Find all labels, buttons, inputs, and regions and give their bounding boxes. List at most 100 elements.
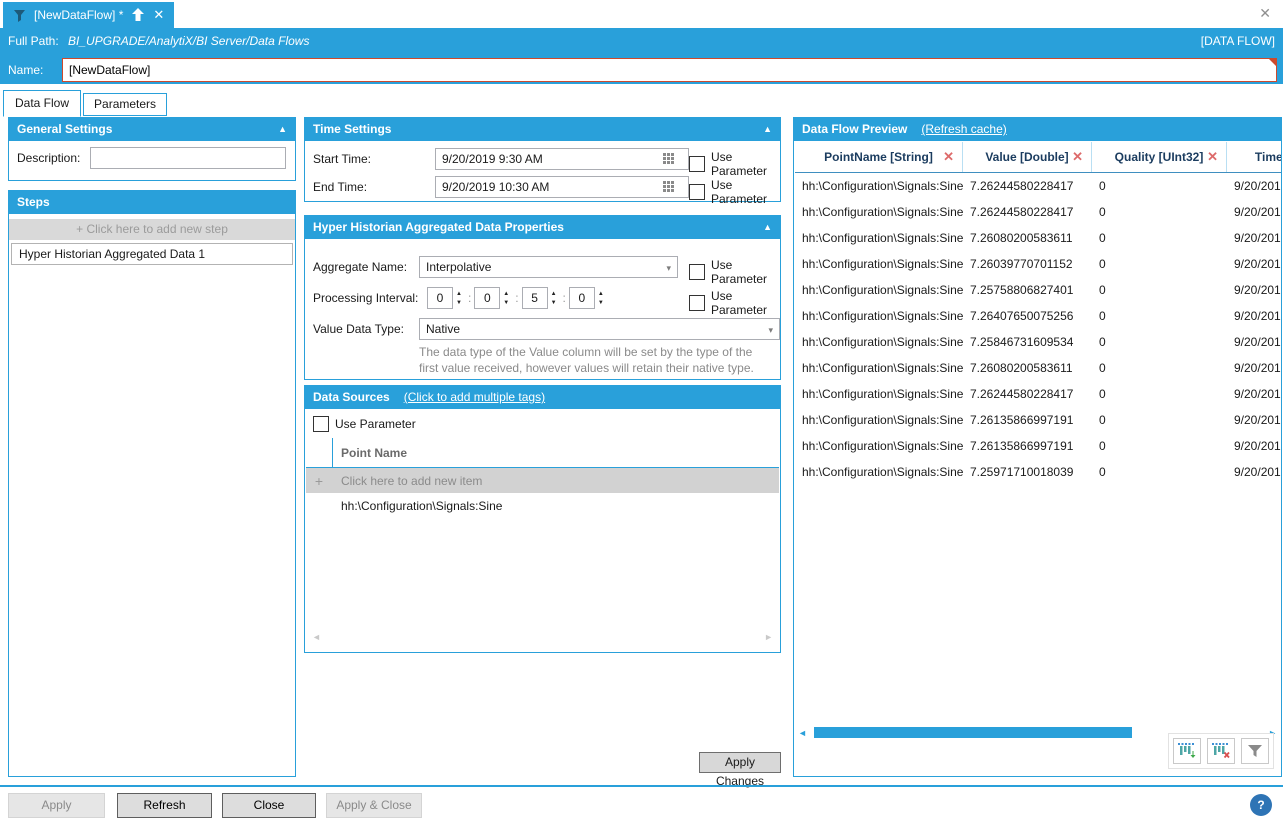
interval-stepper[interactable]: 0▲▼ [474, 287, 512, 309]
spinner-down-icon[interactable]: ▼ [551, 300, 557, 306]
table-row[interactable]: hh:\Configuration\Signals:Sine7.26135866… [795, 407, 1281, 433]
aggregate-name-dropdown[interactable]: Interpolative ▾ [419, 256, 678, 278]
table-cell: hh:\Configuration\Signals:Sine [795, 309, 963, 323]
tab-data-flow[interactable]: Data Flow [3, 90, 81, 117]
column-header[interactable]: Value [Double]✕ [963, 142, 1092, 172]
help-button[interactable]: ? [1250, 794, 1272, 816]
description-input[interactable] [90, 147, 286, 169]
checkbox[interactable] [689, 184, 705, 200]
table-cell: 0 [1092, 309, 1227, 323]
table-row[interactable]: hh:\Configuration\Signals:Sine7.25758806… [795, 277, 1281, 303]
interval-value[interactable]: 0 [427, 287, 453, 309]
spinner-up-icon[interactable]: ▲ [551, 291, 557, 297]
interval-value[interactable]: 0 [569, 287, 595, 309]
table-cell: 9/20/2019 [1227, 257, 1281, 271]
add-column-icon [1178, 743, 1196, 759]
add-multiple-tags-link[interactable]: (Click to add multiple tags) [404, 386, 545, 409]
value-data-type-label: Value Data Type: [313, 322, 404, 336]
table-row[interactable]: hh:\Configuration\Signals:Sine7.26407650… [795, 303, 1281, 329]
filter-button[interactable] [1241, 738, 1269, 764]
collapse-icon[interactable]: ▲ [278, 118, 287, 141]
scroll-right-icon[interactable]: ► [764, 632, 773, 642]
interval-use-parameter[interactable]: Use Parameter [689, 289, 780, 317]
table-row[interactable]: hh:\Configuration\Signals:Sine7.26080200… [795, 355, 1281, 381]
spinner-down-icon[interactable]: ▼ [598, 300, 604, 306]
collapse-icon[interactable]: ▲ [763, 216, 772, 239]
add-step-button[interactable]: + Click here to add new step [9, 219, 295, 240]
collapse-icon[interactable]: ▲ [763, 118, 772, 141]
title-bar: [NewDataFlow] * ✕ ✕ [0, 0, 1283, 28]
add-item-row[interactable]: + Click here to add new item [306, 468, 779, 493]
aggregate-name-label: Aggregate Name: [313, 260, 407, 274]
close-button[interactable]: Close [222, 793, 316, 818]
column-header[interactable]: Quality [UInt32]✕ [1092, 142, 1227, 172]
apply-close-button[interactable]: Apply & Close [326, 793, 422, 818]
checkbox[interactable] [689, 264, 705, 280]
table-row[interactable]: hh:\Configuration\Signals:Sine7.25846731… [795, 329, 1281, 355]
checkbox[interactable] [313, 416, 329, 432]
spinner-up-icon[interactable]: ▲ [456, 291, 462, 297]
table-row[interactable]: hh:\Configuration\Signals:Sine7.26039770… [795, 251, 1281, 277]
spinner-up-icon[interactable]: ▲ [598, 291, 604, 297]
interval-value[interactable]: 0 [474, 287, 500, 309]
table-cell: 7.25846731609534 [963, 335, 1092, 349]
document-tab[interactable]: [NewDataFlow] * ✕ [3, 2, 174, 28]
table-cell: 0 [1092, 179, 1227, 193]
stepper-arrows[interactable]: ▲▼ [500, 287, 512, 309]
refresh-button[interactable]: Refresh [117, 793, 212, 818]
preview-title: Data Flow Preview [802, 118, 907, 141]
table-cell: hh:\Configuration\Signals:Sine [795, 179, 963, 193]
spinner-down-icon[interactable]: ▼ [503, 300, 509, 306]
apply-button[interactable]: Apply [8, 793, 105, 818]
stepper-arrows[interactable]: ▲▼ [453, 287, 465, 309]
table-row[interactable]: hh:\Configuration\Signals:Sine7.26135866… [795, 433, 1281, 459]
hh-properties-panel: Hyper Historian Aggregated Data Properti… [304, 215, 781, 380]
delete-column-icon[interactable]: ✕ [1072, 149, 1083, 165]
data-source-row[interactable]: hh:\Configuration\Signals:Sine [306, 493, 779, 518]
step-item[interactable]: Hyper Historian Aggregated Data 1 [11, 243, 293, 265]
spinner-up-icon[interactable]: ▲ [503, 291, 509, 297]
checkbox[interactable] [689, 295, 705, 311]
delete-column-icon[interactable]: ✕ [943, 149, 954, 165]
window-close-icon[interactable]: ✕ [1259, 6, 1271, 20]
aggregate-use-parameter[interactable]: Use Parameter [689, 258, 780, 286]
spinner-down-icon[interactable]: ▼ [456, 300, 462, 306]
scrollbar-thumb[interactable] [814, 727, 1132, 738]
column-header[interactable]: PointName [String]✕ [795, 142, 963, 172]
add-column-button[interactable] [1173, 738, 1201, 764]
data-sources-use-parameter[interactable]: Use Parameter [313, 416, 416, 432]
header-bar: Full Path: BI_UPGRADE/AnalytiX/BI Server… [0, 28, 1283, 84]
tab-parameters[interactable]: Parameters [83, 93, 167, 116]
start-time-use-parameter[interactable]: Use Parameter [689, 150, 780, 178]
table-row[interactable]: hh:\Configuration\Signals:Sine7.25971710… [795, 459, 1281, 485]
value-data-type-dropdown[interactable]: Native ▾ [419, 318, 780, 340]
interval-stepper[interactable]: 0▲▼ [427, 287, 465, 309]
table-cell: 0 [1092, 361, 1227, 375]
delete-column-icon[interactable]: ✕ [1207, 149, 1218, 165]
stepper-arrows[interactable]: ▲▼ [595, 287, 607, 309]
remove-column-icon [1212, 743, 1230, 759]
table-row[interactable]: hh:\Configuration\Signals:Sine7.26080200… [795, 225, 1281, 251]
scroll-left-icon[interactable]: ◄ [312, 632, 321, 642]
name-input[interactable]: [NewDataFlow] [62, 58, 1277, 82]
scroll-left-icon[interactable]: ◄ [798, 728, 807, 738]
end-time-input[interactable]: 9/20/2019 10:30 AM [435, 176, 689, 198]
interval-stepper[interactable]: 5▲▼ [522, 287, 560, 309]
table-row[interactable]: hh:\Configuration\Signals:Sine7.26244580… [795, 173, 1281, 199]
checkbox[interactable] [689, 156, 705, 172]
type-badge: [DATA FLOW] [1201, 28, 1275, 55]
stepper-arrows[interactable]: ▲▼ [548, 287, 560, 309]
column-header[interactable]: Timestamp✕ [1227, 142, 1281, 172]
tab-close-icon[interactable]: ✕ [153, 7, 164, 23]
interval-stepper[interactable]: 0▲▼ [569, 287, 607, 309]
interval-value[interactable]: 5 [522, 287, 548, 309]
apply-changes-button[interactable]: Apply Changes [699, 752, 781, 773]
start-time-input[interactable]: 9/20/2019 9:30 AM [435, 148, 689, 170]
navigate-up-icon[interactable] [131, 8, 145, 22]
end-time-use-parameter[interactable]: Use Parameter [689, 178, 780, 206]
remove-column-button[interactable] [1207, 738, 1235, 764]
refresh-cache-link[interactable]: (Refresh cache) [921, 118, 1006, 141]
table-cell: hh:\Configuration\Signals:Sine [795, 439, 963, 453]
table-row[interactable]: hh:\Configuration\Signals:Sine7.26244580… [795, 381, 1281, 407]
table-row[interactable]: hh:\Configuration\Signals:Sine7.26244580… [795, 199, 1281, 225]
